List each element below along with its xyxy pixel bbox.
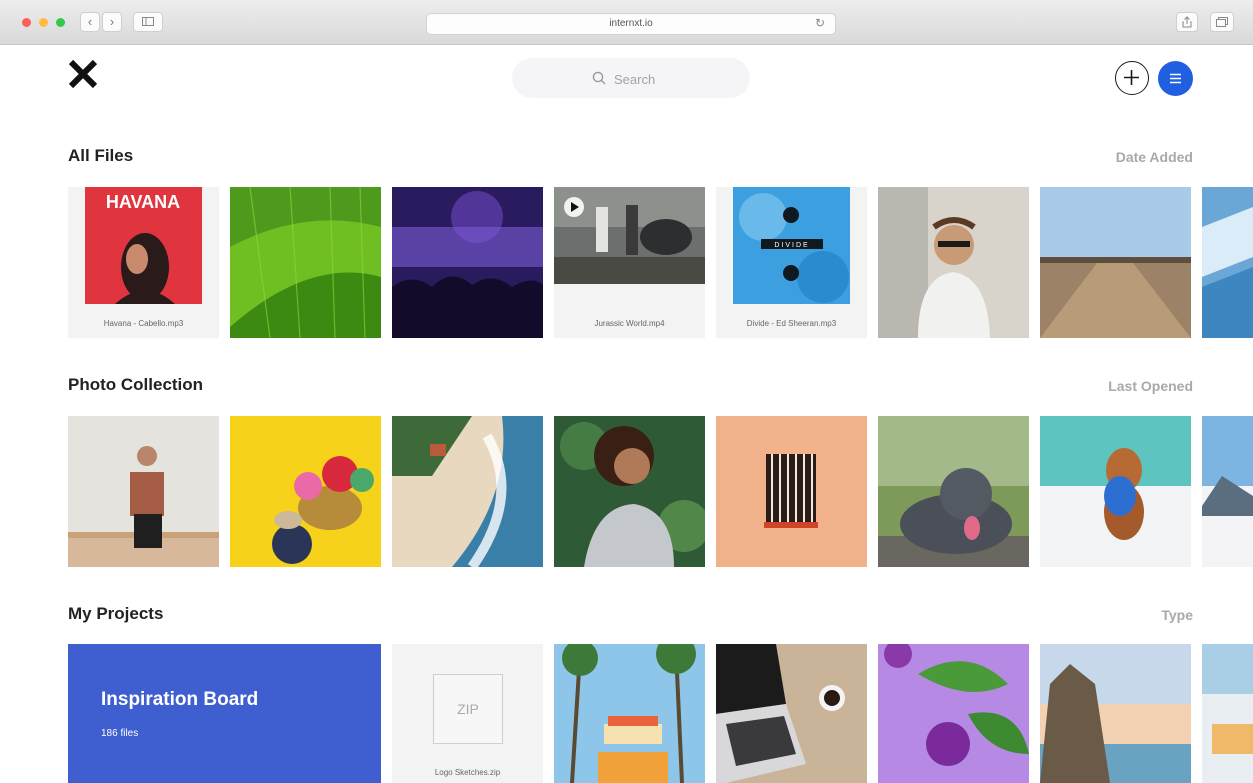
file-havana[interactable]: HAVANA Havana - Cabello.mp3 <box>68 187 219 338</box>
sort-type[interactable]: Type <box>1161 607 1193 623</box>
internxt-logo[interactable] <box>67 58 99 90</box>
image-dog-snow <box>1040 416 1191 567</box>
tabs-icon[interactable] <box>1210 12 1234 32</box>
search-input[interactable] <box>612 68 736 90</box>
project-laptop-desk[interactable] <box>716 644 867 783</box>
minimize-window-button[interactable] <box>39 18 48 27</box>
reload-icon[interactable]: ↻ <box>815 16 825 30</box>
file-caption: Jurassic World.mp4 <box>594 319 665 328</box>
file-divide[interactable]: DIVIDE Divide - Ed Sheeran.mp3 <box>716 187 867 338</box>
image-laptop <box>716 644 867 783</box>
photo-beach-aerial[interactable] <box>392 416 543 567</box>
address-bar[interactable]: internxt.io ↻ <box>426 13 836 35</box>
sort-last-opened[interactable]: Last Opened <box>1108 378 1193 394</box>
photo-dog-lying[interactable] <box>878 416 1029 567</box>
section-title-photo-collection: Photo Collection <box>68 375 204 394</box>
url-text: internxt.io <box>609 18 653 29</box>
image-mountain <box>1202 416 1253 567</box>
image-window <box>716 416 867 567</box>
share-icon[interactable] <box>1176 12 1198 32</box>
photo-mountain-snow[interactable] <box>1202 416 1253 567</box>
forward-icon[interactable]: › <box>102 12 122 32</box>
project-file-count: 186 files <box>101 728 139 739</box>
image-woman-smiling <box>554 416 705 567</box>
photo-flower-basket[interactable] <box>230 416 381 567</box>
project-title: Inspiration Board <box>101 689 259 710</box>
file-caption: Divide - Ed Sheeran.mp3 <box>746 319 837 328</box>
photo-window-wall[interactable] <box>716 416 867 567</box>
menu-icon <box>1170 73 1181 84</box>
file-concert-photo[interactable] <box>392 187 543 338</box>
section-title-my-projects: My Projects <box>68 604 164 623</box>
file-logo-sketches-zip[interactable]: ZIP Logo Sketches.zip <box>392 644 543 783</box>
file-jurassic-world[interactable]: Jurassic World.mp4 <box>554 187 705 338</box>
image-leaf <box>230 187 381 338</box>
file-pier-photo[interactable] <box>1040 187 1191 338</box>
file-caption: Logo Sketches.zip <box>434 768 501 777</box>
plus-icon <box>1124 70 1139 85</box>
file-leaf-photo[interactable] <box>230 187 381 338</box>
zip-label: ZIP <box>457 701 479 717</box>
photo-dog-snow[interactable] <box>1040 416 1191 567</box>
file-caption: Havana - Cabello.mp3 <box>103 319 184 328</box>
album-cover-havana: HAVANA <box>85 187 202 304</box>
project-inspiration-board[interactable]: Inspiration Board 186 files <box>68 644 381 783</box>
image-pier <box>1040 187 1191 338</box>
image-dog-lying <box>878 416 1029 567</box>
project-white-interior[interactable] <box>1202 644 1253 783</box>
close-window-button[interactable] <box>22 18 31 27</box>
zip-file-icon: ZIP <box>433 674 503 744</box>
file-man-photo[interactable] <box>878 187 1029 338</box>
project-palm-van[interactable] <box>554 644 705 783</box>
video-thumbnail <box>554 187 705 284</box>
sort-date-added[interactable]: Date Added <box>1116 149 1193 165</box>
browser-toolbar: ‹ › internxt.io ↻ <box>0 0 1253 45</box>
image-lilac <box>878 644 1029 783</box>
image-beach <box>392 416 543 567</box>
back-icon[interactable]: ‹ <box>80 12 100 32</box>
sidebar-icon[interactable] <box>133 12 163 32</box>
image-interior <box>1202 644 1253 783</box>
svg-text:HAVANA: HAVANA <box>106 192 180 212</box>
image-concert <box>392 187 543 338</box>
svg-text:DIVIDE: DIVIDE <box>774 242 809 249</box>
menu-button[interactable] <box>1158 61 1193 96</box>
project-lilac[interactable] <box>878 644 1029 783</box>
image-man-sunglasses <box>878 187 1029 338</box>
photo-woman-smiling[interactable] <box>554 416 705 567</box>
file-ice-photo[interactable] <box>1202 187 1253 338</box>
photo-man-sitting[interactable] <box>68 416 219 567</box>
project-rock-coast[interactable] <box>1040 644 1191 783</box>
image-man-sitting <box>68 416 219 567</box>
image-palm-van <box>554 644 705 783</box>
search-bar[interactable] <box>512 58 750 98</box>
image-flower-basket <box>230 416 381 567</box>
add-button[interactable] <box>1115 61 1149 95</box>
image-rock-coast <box>1040 644 1191 783</box>
image-ice <box>1202 187 1253 338</box>
album-cover-divide: DIVIDE <box>733 187 850 304</box>
section-title-all-files: All Files <box>68 146 134 165</box>
maximize-window-button[interactable] <box>56 18 65 27</box>
search-icon <box>592 71 606 85</box>
